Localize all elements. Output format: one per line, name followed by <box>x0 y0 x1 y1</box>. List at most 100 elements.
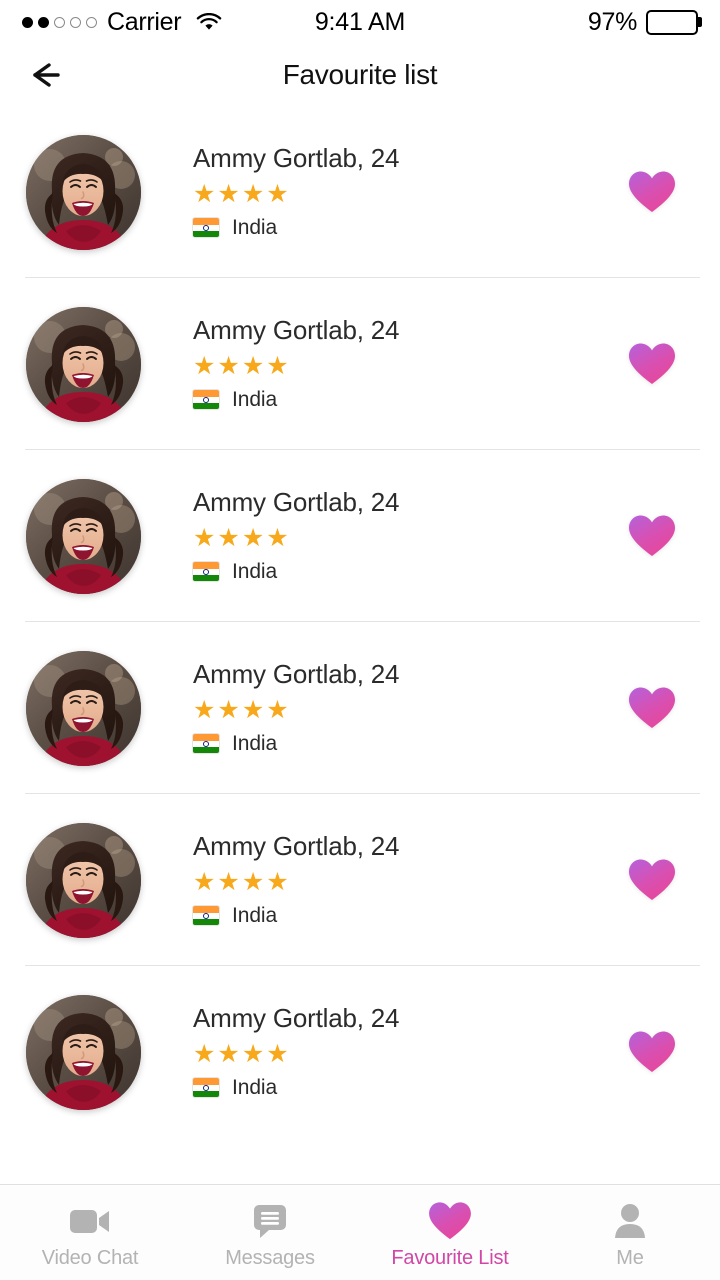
favourite-heart-button[interactable] <box>606 1006 698 1098</box>
heart-icon <box>629 687 675 728</box>
tab-video-chat[interactable]: Video Chat <box>0 1185 180 1280</box>
heart-icon <box>428 1201 472 1241</box>
profile-name: Ammy Gortlab, 24 <box>193 487 400 518</box>
profile-name: Ammy Gortlab, 24 <box>193 143 400 174</box>
country-label: India <box>232 1075 278 1099</box>
heart-icon <box>629 343 675 384</box>
tab-label: Video Chat <box>41 1247 139 1269</box>
avatar[interactable] <box>26 650 141 766</box>
tab-favourite-list[interactable]: Favourite List <box>360 1185 540 1280</box>
country-label: India <box>232 215 278 239</box>
avatar[interactable] <box>26 994 141 1110</box>
wifi-icon <box>196 12 222 32</box>
star-icon[interactable]: ★ <box>217 353 239 379</box>
star-icon[interactable]: ★ <box>193 525 215 551</box>
star-icon[interactable]: ★ <box>217 1041 239 1067</box>
tab-messages[interactable]: Messages <box>180 1185 360 1280</box>
star-icon[interactable]: ★ <box>217 869 239 895</box>
tab-label: Me <box>616 1247 644 1269</box>
country-label: India <box>232 731 278 755</box>
star-icon[interactable]: ★ <box>242 353 264 379</box>
favourite-heart-button[interactable] <box>606 490 698 582</box>
star-icon[interactable]: ★ <box>242 1041 264 1067</box>
star-icon[interactable]: ★ <box>193 181 215 207</box>
star-icon[interactable]: ★ <box>266 181 288 207</box>
list-item[interactable]: Ammy Gortlab, 24 ★ ★ ★ ★ India <box>0 794 720 966</box>
page-title: Favourite list <box>282 59 438 90</box>
star-icon[interactable]: ★ <box>217 181 239 207</box>
video-camera-icon <box>69 1201 111 1241</box>
rating-stars[interactable]: ★ ★ ★ ★ <box>193 525 606 551</box>
star-icon[interactable]: ★ <box>193 1041 215 1067</box>
star-icon[interactable]: ★ <box>193 869 215 895</box>
list-item[interactable]: Ammy Gortlab, 24 ★ ★ ★ ★ India <box>0 966 720 1138</box>
carrier-label: Carrier <box>107 7 182 36</box>
bottom-tab-bar[interactable]: Video Chat Messages Favourite List Me <box>0 1184 720 1280</box>
country-row: India <box>193 1076 606 1100</box>
heart-icon <box>429 1202 471 1240</box>
video-camera-icon <box>70 1210 109 1233</box>
star-icon[interactable]: ★ <box>242 525 264 551</box>
back-button[interactable] <box>22 53 74 97</box>
star-icon[interactable]: ★ <box>193 697 215 723</box>
rating-stars[interactable]: ★ ★ ★ ★ <box>193 869 606 895</box>
favourite-heart-button[interactable] <box>606 318 698 410</box>
list-item-info: Ammy Gortlab, 24 ★ ★ ★ ★ India <box>193 316 606 412</box>
profile-name: Ammy Gortlab, 24 <box>193 659 400 690</box>
rating-stars[interactable]: ★ ★ ★ ★ <box>193 181 606 207</box>
flag-india-icon <box>193 734 219 754</box>
list-item-info: Ammy Gortlab, 24 ★ ★ ★ ★ India <box>193 488 606 584</box>
chat-bubble-icon <box>254 1204 286 1238</box>
star-icon[interactable]: ★ <box>266 1041 288 1067</box>
country-row: India <box>193 388 606 412</box>
signal-strength-icon <box>22 16 97 28</box>
tab-label: Favourite List <box>391 1247 509 1269</box>
country-label: India <box>232 387 278 411</box>
tab-label: Messages <box>225 1247 315 1269</box>
flag-india-icon <box>193 562 219 582</box>
avatar[interactable] <box>26 478 141 594</box>
star-icon[interactable]: ★ <box>266 525 288 551</box>
battery-percent-label: 97% <box>587 7 637 36</box>
favourite-list[interactable]: Ammy Gortlab, 24 ★ ★ ★ ★ India Ammy Gort… <box>0 106 720 1184</box>
person-icon <box>615 1204 645 1238</box>
star-icon[interactable]: ★ <box>242 869 264 895</box>
star-icon[interactable]: ★ <box>193 353 215 379</box>
profile-name: Ammy Gortlab, 24 <box>193 1003 400 1034</box>
tab-me[interactable]: Me <box>540 1185 720 1280</box>
list-item[interactable]: Ammy Gortlab, 24 ★ ★ ★ ★ India <box>0 450 720 622</box>
flag-india-icon <box>193 218 219 238</box>
rating-stars[interactable]: ★ ★ ★ ★ <box>193 1041 606 1067</box>
list-item[interactable]: Ammy Gortlab, 24 ★ ★ ★ ★ India <box>0 278 720 450</box>
rating-stars[interactable]: ★ ★ ★ ★ <box>193 353 606 379</box>
heart-icon <box>629 515 675 556</box>
favourite-heart-button[interactable] <box>606 834 698 926</box>
list-item-info: Ammy Gortlab, 24 ★ ★ ★ ★ India <box>193 144 606 240</box>
list-item-info: Ammy Gortlab, 24 ★ ★ ★ ★ India <box>193 1004 606 1100</box>
heart-icon <box>629 1031 675 1072</box>
country-label: India <box>232 903 278 927</box>
country-row: India <box>193 904 606 928</box>
star-icon[interactable]: ★ <box>266 697 288 723</box>
star-icon[interactable]: ★ <box>242 181 264 207</box>
favourite-heart-button[interactable] <box>606 662 698 754</box>
country-label: India <box>232 559 278 583</box>
star-icon[interactable]: ★ <box>266 353 288 379</box>
avatar[interactable] <box>26 306 141 422</box>
rating-stars[interactable]: ★ ★ ★ ★ <box>193 697 606 723</box>
star-icon[interactable]: ★ <box>266 869 288 895</box>
list-item-info: Ammy Gortlab, 24 ★ ★ ★ ★ India <box>193 660 606 756</box>
list-item[interactable]: Ammy Gortlab, 24 ★ ★ ★ ★ India <box>0 622 720 794</box>
avatar[interactable] <box>26 134 141 250</box>
list-item[interactable]: Ammy Gortlab, 24 ★ ★ ★ ★ India <box>0 106 720 278</box>
avatar[interactable] <box>26 822 141 938</box>
back-arrow-icon <box>33 63 60 87</box>
star-icon[interactable]: ★ <box>242 697 264 723</box>
star-icon[interactable]: ★ <box>217 525 239 551</box>
star-icon[interactable]: ★ <box>217 697 239 723</box>
country-row: India <box>193 216 606 240</box>
country-row: India <box>193 560 606 584</box>
flag-india-icon <box>193 906 219 926</box>
nav-bar: Favourite list <box>0 44 720 106</box>
favourite-heart-button[interactable] <box>606 146 698 238</box>
